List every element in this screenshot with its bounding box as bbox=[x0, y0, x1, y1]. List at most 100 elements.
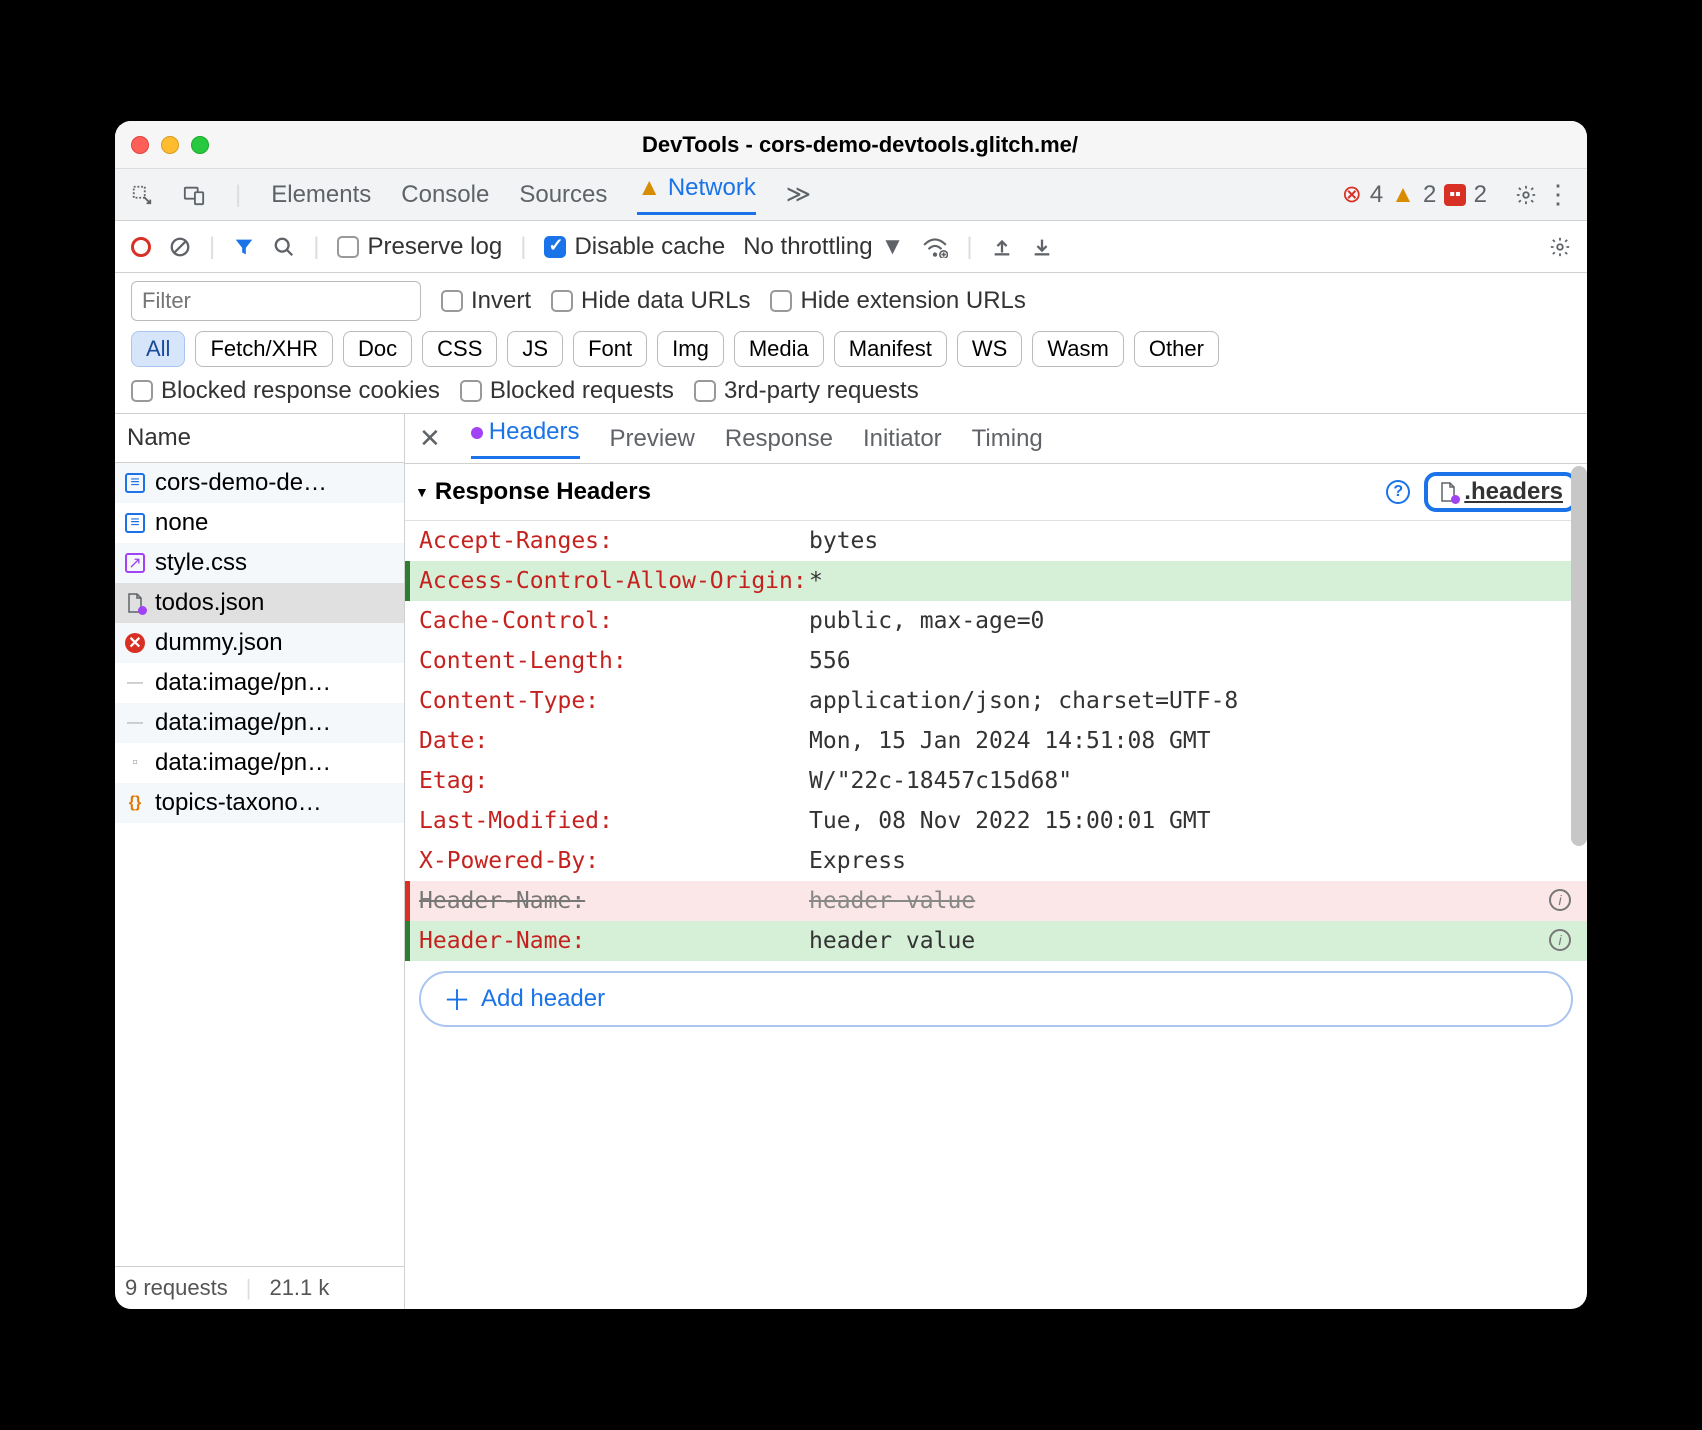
filter-bar: Invert Hide data URLs Hide extension URL… bbox=[115, 273, 1587, 414]
record-button[interactable] bbox=[131, 237, 151, 257]
warning-count[interactable]: 2 bbox=[1423, 181, 1436, 209]
throttling-select[interactable]: No throttling ▼ bbox=[743, 233, 904, 261]
disable-cache-checkbox[interactable]: Disable cache bbox=[544, 233, 725, 261]
tab-sources[interactable]: Sources bbox=[519, 181, 607, 209]
download-har-icon[interactable] bbox=[1031, 236, 1053, 258]
headers-override-file[interactable]: .headers bbox=[1424, 472, 1577, 512]
header-value: W/"22c-18457c15d68" bbox=[809, 768, 1072, 794]
chip-fetch-xhr[interactable]: Fetch/XHR bbox=[195, 331, 333, 367]
hide-data-urls-checkbox[interactable]: Hide data URLs bbox=[551, 287, 750, 315]
hide-extension-urls-checkbox[interactable]: Hide extension URLs bbox=[770, 287, 1025, 315]
tab-initiator[interactable]: Initiator bbox=[863, 425, 942, 453]
header-row[interactable]: Access-Control-Allow-Origin:* bbox=[405, 561, 1587, 601]
maximize-window[interactable] bbox=[191, 136, 209, 154]
request-name: none bbox=[155, 509, 208, 537]
info-icon[interactable]: i bbox=[1549, 929, 1571, 951]
chip-other[interactable]: Other bbox=[1134, 331, 1219, 367]
request-row[interactable]: —data:image/pn… bbox=[115, 703, 404, 743]
request-row[interactable]: ≡cors-demo-de… bbox=[115, 463, 404, 503]
header-value: application/json; charset=UTF-8 bbox=[809, 688, 1238, 714]
request-row[interactable]: {}topics-taxono… bbox=[115, 783, 404, 823]
chip-js[interactable]: JS bbox=[507, 331, 563, 367]
third-party-checkbox[interactable]: 3rd-party requests bbox=[694, 377, 919, 405]
header-row[interactable]: Cache-Control:public, max-age=0 bbox=[405, 601, 1587, 641]
request-row[interactable]: ▫data:image/pn… bbox=[115, 743, 404, 783]
issue-icon: ▪▪ bbox=[1444, 184, 1465, 206]
kebab-menu-icon[interactable]: ⋮ bbox=[1545, 179, 1571, 210]
filter-icon[interactable] bbox=[233, 236, 255, 258]
request-name: data:image/pn… bbox=[155, 669, 331, 697]
preserve-log-checkbox[interactable]: Preserve log bbox=[337, 233, 502, 261]
network-conditions-icon[interactable] bbox=[922, 236, 948, 258]
panel-settings-icon[interactable] bbox=[1549, 236, 1571, 258]
blocked-requests-checkbox[interactable]: Blocked requests bbox=[460, 377, 674, 405]
upload-har-icon[interactable] bbox=[991, 236, 1013, 258]
add-header-button[interactable]: ＋ Add header bbox=[419, 971, 1573, 1027]
request-name: style.css bbox=[155, 549, 247, 577]
request-row[interactable]: todos.json bbox=[115, 583, 404, 623]
chip-font[interactable]: Font bbox=[573, 331, 647, 367]
response-headers-section[interactable]: ▼ Response Headers ? .headers bbox=[405, 464, 1587, 521]
name-column-header[interactable]: Name bbox=[115, 414, 404, 463]
chip-all[interactable]: All bbox=[131, 331, 185, 367]
tab-headers[interactable]: Headers bbox=[471, 418, 580, 459]
settings-icon[interactable] bbox=[1515, 184, 1537, 206]
header-name: Access-Control-Allow-Origin: bbox=[419, 568, 809, 594]
chip-img[interactable]: Img bbox=[657, 331, 724, 367]
header-name: Content-Length: bbox=[419, 648, 809, 674]
chevron-down-icon: ▼ bbox=[881, 233, 905, 261]
tab-network[interactable]: ▲ Network bbox=[637, 174, 755, 215]
clear-icon[interactable] bbox=[169, 236, 191, 258]
tab-response[interactable]: Response bbox=[725, 425, 833, 453]
request-row[interactable]: ≡none bbox=[115, 503, 404, 543]
devtools-window: DevTools - cors-demo-devtools.glitch.me/… bbox=[115, 121, 1587, 1309]
header-row[interactable]: Date:Mon, 15 Jan 2024 14:51:08 GMT bbox=[405, 721, 1587, 761]
inspect-icon[interactable] bbox=[131, 184, 153, 206]
header-row[interactable]: Header-Name:header valuei bbox=[405, 921, 1587, 961]
more-tabs[interactable]: ≫ bbox=[786, 180, 811, 209]
scrollbar[interactable] bbox=[1571, 466, 1587, 846]
chip-ws[interactable]: WS bbox=[957, 331, 1022, 367]
request-name: topics-taxono… bbox=[155, 789, 322, 817]
section-title: Response Headers bbox=[435, 478, 651, 506]
header-row[interactable]: Content-Length:556 bbox=[405, 641, 1587, 681]
issue-count[interactable]: 2 bbox=[1474, 181, 1487, 209]
invert-checkbox[interactable]: Invert bbox=[441, 287, 531, 315]
filter-input[interactable] bbox=[131, 281, 421, 321]
tab-elements[interactable]: Elements bbox=[271, 181, 371, 209]
header-name: Date: bbox=[419, 728, 809, 754]
chip-css[interactable]: CSS bbox=[422, 331, 497, 367]
chip-wasm[interactable]: Wasm bbox=[1032, 331, 1124, 367]
tab-preview[interactable]: Preview bbox=[610, 425, 695, 453]
error-icon: ⊗ bbox=[1342, 180, 1362, 209]
header-row[interactable]: Accept-Ranges:bytes bbox=[405, 521, 1587, 561]
header-value: header value bbox=[809, 888, 975, 914]
chip-media[interactable]: Media bbox=[734, 331, 824, 367]
header-name: X-Powered-By: bbox=[419, 848, 809, 874]
header-row[interactable]: X-Powered-By:Express bbox=[405, 841, 1587, 881]
header-row[interactable]: Header-Name:header valuei bbox=[405, 881, 1587, 921]
request-row[interactable]: ↗style.css bbox=[115, 543, 404, 583]
transfer-size: 21.1 k bbox=[269, 1275, 329, 1301]
header-row[interactable]: Content-Type:application/json; charset=U… bbox=[405, 681, 1587, 721]
device-toggle-icon[interactable] bbox=[183, 184, 205, 206]
help-icon[interactable]: ? bbox=[1386, 480, 1410, 504]
header-row[interactable]: Etag:W/"22c-18457c15d68" bbox=[405, 761, 1587, 801]
close-window[interactable] bbox=[131, 136, 149, 154]
request-row[interactable]: —data:image/pn… bbox=[115, 663, 404, 703]
chip-doc[interactable]: Doc bbox=[343, 331, 412, 367]
tab-timing[interactable]: Timing bbox=[972, 425, 1043, 453]
error-count[interactable]: 4 bbox=[1370, 181, 1383, 209]
detail-pane: ✕ Headers Preview Response Initiator Tim… bbox=[405, 414, 1587, 1309]
close-detail-icon[interactable]: ✕ bbox=[419, 423, 441, 454]
header-row[interactable]: Last-Modified:Tue, 08 Nov 2022 15:00:01 … bbox=[405, 801, 1587, 841]
tab-console[interactable]: Console bbox=[401, 181, 489, 209]
request-row[interactable]: ✕dummy.json bbox=[115, 623, 404, 663]
info-icon[interactable]: i bbox=[1549, 889, 1571, 911]
minimize-window[interactable] bbox=[161, 136, 179, 154]
blocked-cookies-checkbox[interactable]: Blocked response cookies bbox=[131, 377, 440, 405]
chip-manifest[interactable]: Manifest bbox=[834, 331, 947, 367]
plus-icon: ＋ bbox=[443, 979, 471, 1019]
search-icon[interactable] bbox=[273, 236, 295, 258]
expand-icon: ▼ bbox=[415, 484, 429, 500]
